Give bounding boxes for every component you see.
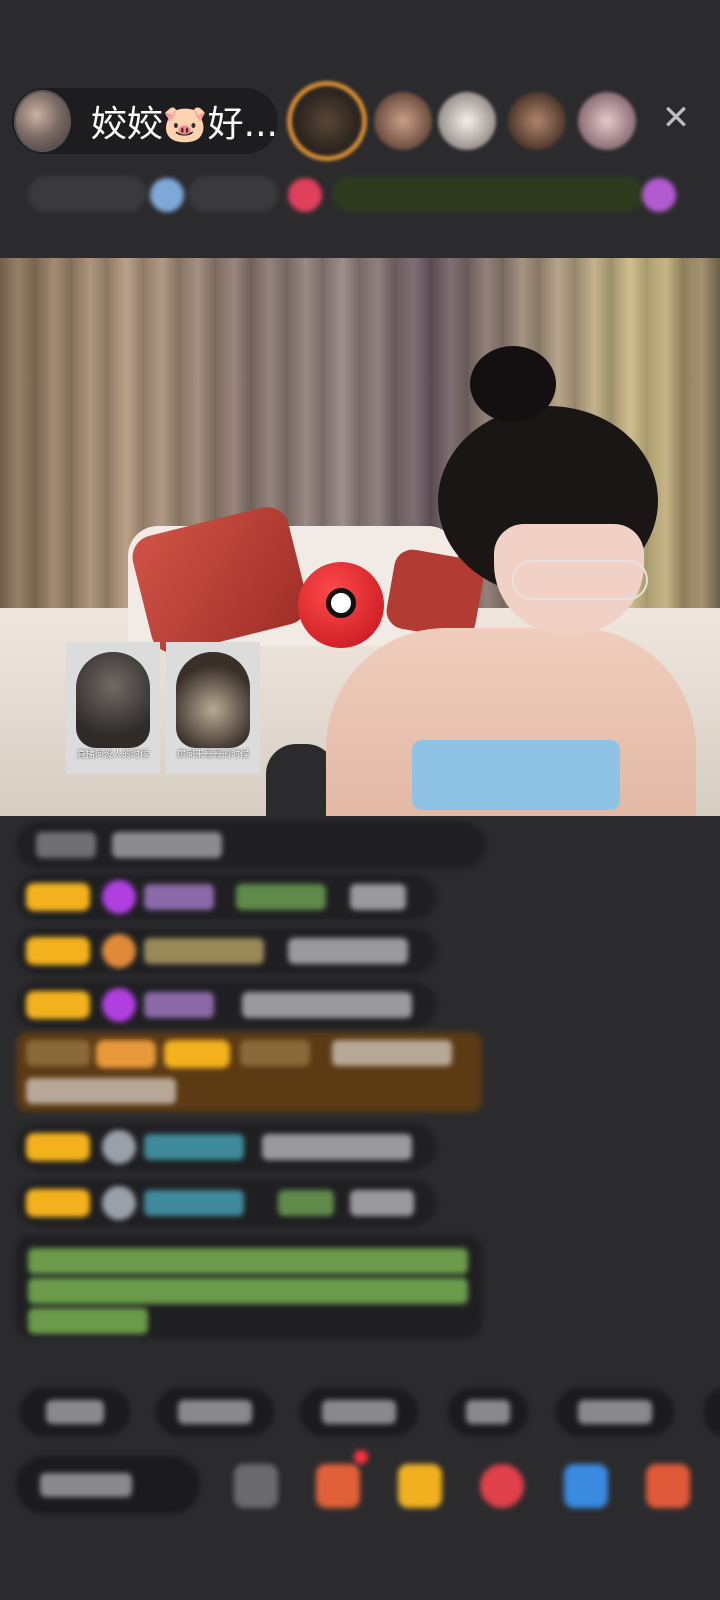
rank-icon — [150, 178, 184, 212]
notice-text — [28, 1248, 468, 1274]
gift-message — [16, 1032, 482, 1112]
chat-text — [332, 1040, 452, 1066]
quick-reply-label — [46, 1400, 104, 1424]
stats-chip — [28, 176, 146, 212]
chat-username — [144, 884, 214, 910]
chat-message — [16, 1124, 436, 1170]
streamer-top — [412, 740, 620, 810]
quick-reply-label — [466, 1400, 510, 1424]
chat-message — [16, 928, 436, 974]
level-badge — [26, 991, 90, 1019]
meme-caption: 直播间没人的时候 — [76, 750, 149, 760]
quick-reply-button[interactable] — [448, 1388, 528, 1436]
meme-caption: 房间来哥哥的时候 — [176, 750, 249, 760]
quick-reply-button[interactable] — [20, 1388, 130, 1436]
quick-reply-button[interactable] — [556, 1388, 674, 1436]
meme-sticker: 直播间没人的时候 — [66, 642, 160, 774]
system-notice — [16, 1236, 482, 1338]
chat-message — [16, 982, 436, 1028]
notice-text — [28, 1308, 148, 1334]
ape-image — [176, 652, 250, 748]
chat-text — [26, 1040, 90, 1066]
activity-icon[interactable] — [288, 178, 322, 212]
chat-text — [236, 884, 326, 910]
gift-icon[interactable] — [646, 1464, 690, 1508]
quick-reply-button[interactable] — [300, 1388, 418, 1436]
gem-icon — [102, 880, 136, 914]
notification-dot — [354, 1450, 368, 1464]
chat-text — [350, 884, 406, 910]
ape-image — [76, 652, 150, 748]
fan-badge — [96, 1040, 156, 1068]
chat-text — [26, 1078, 176, 1104]
game-icon[interactable] — [564, 1464, 608, 1508]
chat-text — [278, 1190, 334, 1216]
host-avatar[interactable] — [14, 90, 71, 152]
notice-text — [28, 1278, 468, 1304]
chat-list[interactable] — [0, 820, 720, 1360]
glasses — [512, 560, 648, 600]
chat-username — [144, 1190, 244, 1216]
stats-chip — [188, 176, 278, 212]
chat-message — [16, 822, 486, 868]
event-icon[interactable] — [642, 178, 676, 212]
level-badge — [26, 883, 90, 911]
top-viewer-avatar-1[interactable] — [292, 86, 362, 156]
host-name: 姣姣🐷好... — [90, 104, 278, 145]
gift-box-icon[interactable] — [398, 1464, 442, 1508]
chat-username — [144, 992, 214, 1018]
chat-message — [16, 1180, 436, 1226]
chat-text — [36, 832, 96, 858]
chat-text — [262, 1134, 412, 1160]
top-viewer-avatar-5[interactable] — [578, 92, 636, 150]
badge-icon — [102, 1130, 136, 1164]
chat-username — [144, 938, 264, 964]
live-video[interactable]: 直播间没人的时候 房间来哥哥的时候 — [0, 258, 720, 816]
chat-input-placeholder — [40, 1473, 132, 1497]
top-viewer-avatar-3[interactable] — [438, 92, 496, 150]
announcement-banner[interactable] — [332, 176, 644, 212]
chat-username — [240, 1040, 310, 1066]
badge-icon — [102, 1186, 136, 1220]
level-badge — [164, 1040, 230, 1068]
emoji-icon[interactable] — [234, 1464, 278, 1508]
streamer-hair-bun — [470, 346, 556, 422]
lottery-icon[interactable] — [480, 1464, 524, 1508]
chat-username — [144, 1134, 244, 1160]
quick-reply-button[interactable] — [156, 1388, 274, 1436]
chat-text — [288, 938, 408, 964]
gem-icon — [102, 988, 136, 1022]
package-icon[interactable] — [316, 1464, 360, 1508]
chat-text — [112, 832, 222, 858]
close-icon[interactable]: ✕ — [658, 100, 694, 136]
quick-reply-label — [178, 1400, 252, 1424]
chat-text — [242, 992, 412, 1018]
badge-icon — [102, 934, 136, 968]
chat-message — [16, 874, 436, 920]
level-badge — [26, 937, 90, 965]
top-viewer-avatar-2[interactable] — [374, 92, 432, 150]
quick-reply-button[interactable] — [704, 1388, 720, 1436]
level-badge — [26, 1133, 90, 1161]
stream-stats-row[interactable] — [22, 172, 702, 216]
top-viewer-avatar-4[interactable] — [508, 92, 566, 150]
level-badge — [26, 1189, 90, 1217]
chat-input[interactable] — [16, 1456, 200, 1514]
chat-text — [350, 1190, 414, 1216]
plush-eye — [326, 588, 356, 618]
meme-sticker: 房间来哥哥的时候 — [166, 642, 260, 774]
quick-reply-label — [322, 1400, 396, 1424]
quick-reply-label — [578, 1400, 652, 1424]
host-profile-pill[interactable]: 姣姣🐷好... — [12, 88, 278, 154]
